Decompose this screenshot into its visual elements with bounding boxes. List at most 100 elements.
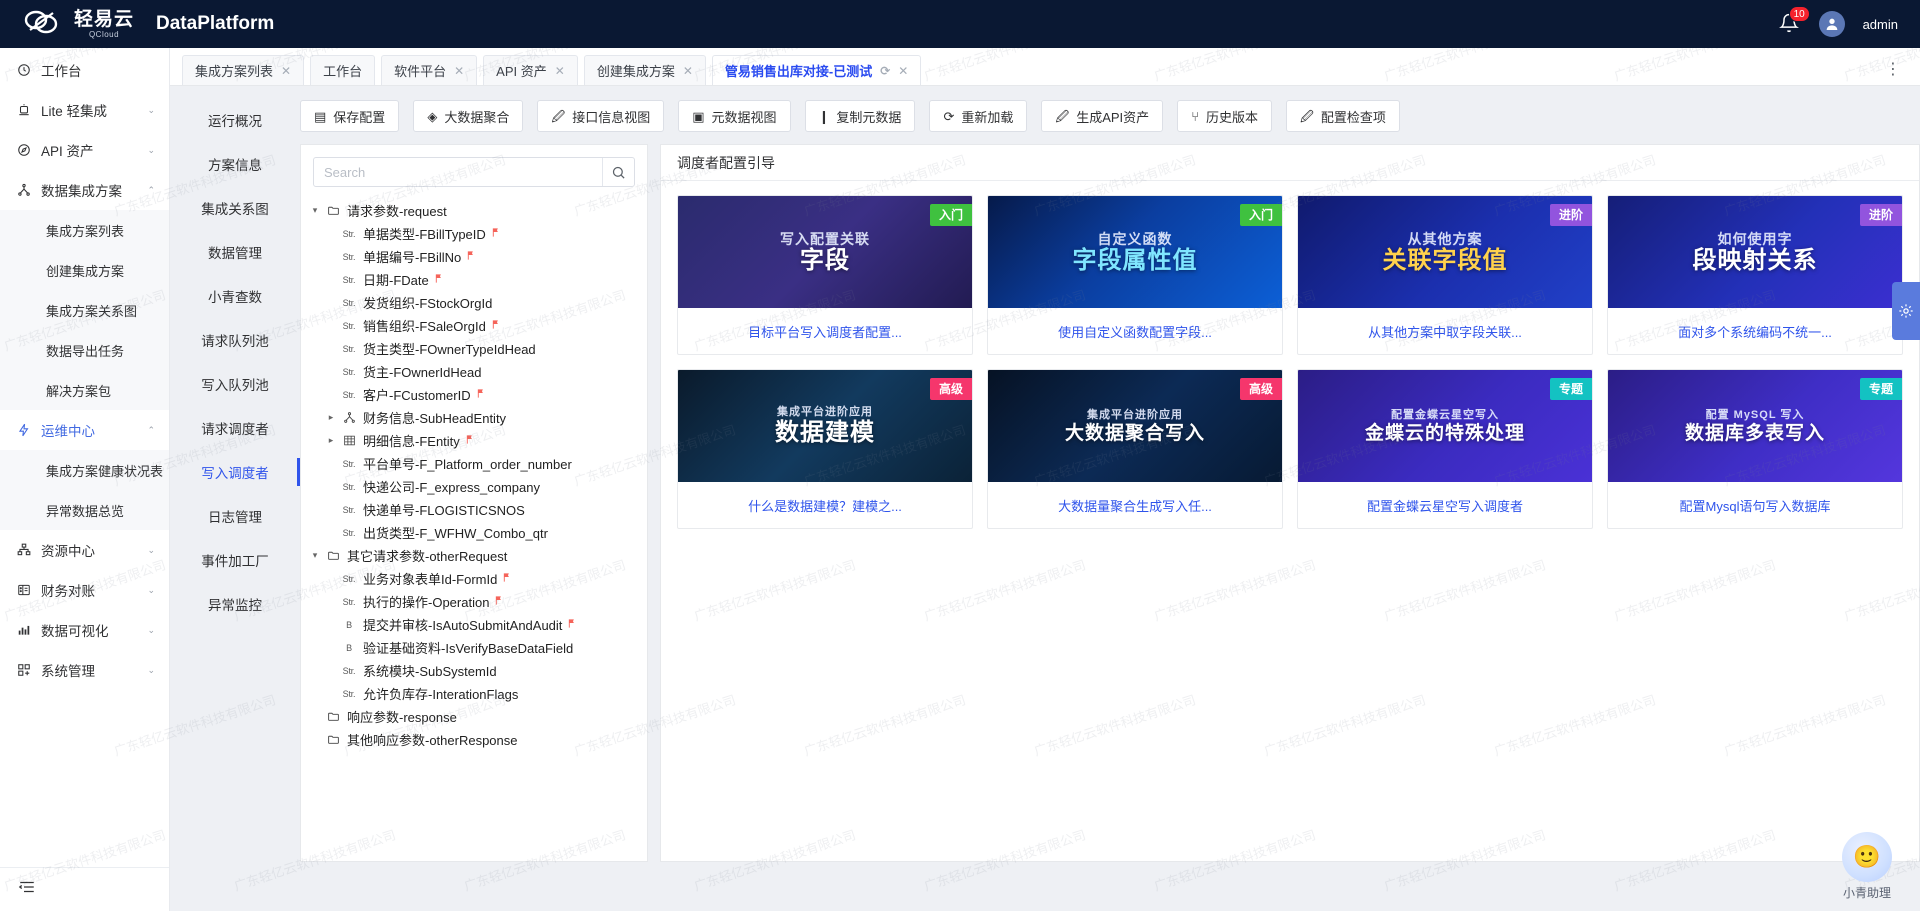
guide-card-title[interactable]: 配置金蝶云星空写入调度者: [1298, 482, 1592, 528]
tree-field-node[interactable]: ▸Str.业务对象表单Id-FormId: [307, 567, 647, 590]
tree-field-node[interactable]: ▸Str.快递单号-FLOGISTICSNOS: [307, 498, 647, 521]
tab-scheme-list[interactable]: 集成方案列表 ✕: [182, 55, 304, 85]
guide-card-title[interactable]: 面对多个系统编码不统一...: [1608, 308, 1902, 354]
guide-card-title[interactable]: 从其他方案中取字段关联...: [1298, 308, 1592, 354]
tree-field-node[interactable]: ▸Str.单据编号-FBillNo: [307, 245, 647, 268]
toolbar-button-save[interactable]: ▤保存配置: [300, 100, 399, 132]
brand[interactable]: 轻易云 QCloud DataPlatform: [0, 7, 274, 41]
sidebar-item-create-scheme[interactable]: 创建集成方案: [0, 250, 169, 290]
sidebar-item-api-assets[interactable]: API 资产 ⌄: [0, 130, 169, 170]
vnav-item-log-manage[interactable]: 日志管理: [170, 494, 300, 538]
search-input[interactable]: [314, 165, 602, 180]
guide-card-title[interactable]: 目标平台写入调度者配置...: [678, 308, 972, 354]
vnav-item-scheme-info[interactable]: 方案信息: [170, 142, 300, 186]
sidebar-item-resource-center[interactable]: 资源中心 ⌄: [0, 530, 169, 570]
guide-card-title[interactable]: 什么是数据建模？建模之...: [678, 482, 972, 528]
chevron-down-icon[interactable]: ▾: [307, 550, 323, 561]
tree-field-node[interactable]: ▸Str.日期-FDate: [307, 268, 647, 291]
tree-field-node[interactable]: ▸Str.客户-FCustomerID: [307, 383, 647, 406]
guide-card[interactable]: 配置 MySQL 写入数据库多表写入专题配置Mysql语句写入数据库: [1607, 369, 1903, 529]
sidebar-item-abnormal-data[interactable]: 异常数据总览: [0, 490, 169, 530]
sidebar-item-scheme-graph[interactable]: 集成方案关系图: [0, 290, 169, 330]
sidebar-item-finance[interactable]: 财务对账 ⌄: [0, 570, 169, 610]
sidebar-item-scheme-list[interactable]: 集成方案列表: [0, 210, 169, 250]
guide-card-title[interactable]: 配置Mysql语句写入数据库: [1608, 482, 1902, 528]
guide-card[interactable]: 如何使用字段映射关系进阶面对多个系统编码不统一...: [1607, 195, 1903, 355]
sidebar-item-export-task[interactable]: 数据导出任务: [0, 330, 169, 370]
assistant-widget[interactable]: 🙂 小青助理: [1832, 832, 1902, 901]
toolbar-button-branch[interactable]: ⑂历史版本: [1177, 100, 1272, 132]
search-box[interactable]: [313, 157, 635, 187]
tree-field-node[interactable]: ▸Str.销售组织-FSaleOrgId: [307, 314, 647, 337]
sidebar-item-health-table[interactable]: 集成方案健康状况表: [0, 450, 169, 490]
more-vertical-icon[interactable]: ⋮: [1885, 59, 1920, 85]
tree-group-node[interactable]: ▾其它请求参数-otherRequest: [307, 544, 647, 567]
tree-group-node[interactable]: ▸其他响应参数-otherResponse: [307, 728, 647, 751]
tree-group-node[interactable]: ▸明细信息-FEntity: [307, 429, 647, 452]
chevron-down-icon[interactable]: ▾: [307, 205, 323, 216]
guide-card[interactable]: 自定义函数字段属性值入门使用自定义函数配置字段...: [987, 195, 1283, 355]
avatar[interactable]: [1819, 11, 1845, 37]
toolbar-button-reload[interactable]: ⟳重新加载: [929, 100, 1027, 132]
tree-field-node[interactable]: ▸Str.货主-FOwnerIdHead: [307, 360, 647, 383]
tree-field-node[interactable]: ▸B提交并审核-IsAutoSubmitAndAudit: [307, 613, 647, 636]
tab-active-scheme[interactable]: 管易销售出库对接-已测试 ⟳ ✕: [712, 55, 921, 85]
close-icon[interactable]: ✕: [898, 64, 908, 78]
tree-group-node[interactable]: ▸财务信息-SubHeadEntity: [307, 406, 647, 429]
tree-group-node[interactable]: ▸响应参数-response: [307, 705, 647, 728]
sidebar-item-data-integration[interactable]: 数据集成方案 ⌃: [0, 170, 169, 210]
toolbar-button-copy[interactable]: ❙复制元数据: [805, 100, 916, 132]
tree-group-node[interactable]: ▾请求参数-request: [307, 199, 647, 222]
sidebar-item-visualization[interactable]: 数据可视化 ⌄: [0, 610, 169, 650]
vnav-item-exception-monitor[interactable]: 异常监控: [170, 582, 300, 626]
vnav-item-relation-graph[interactable]: 集成关系图: [170, 186, 300, 230]
toolbar-button-check-config[interactable]: 🖉配置检查项: [1286, 100, 1400, 132]
sidebar-item-lite[interactable]: Lite 轻集成 ⌄: [0, 90, 169, 130]
tree-field-node[interactable]: ▸Str.允许负库存-InterationFlags: [307, 682, 647, 705]
guide-card[interactable]: 配置金蝶云星空写入金蝶云的特殊处理专题配置金蝶云星空写入调度者: [1297, 369, 1593, 529]
vnav-item-event-factory[interactable]: 事件加工厂: [170, 538, 300, 582]
tab-create-scheme[interactable]: 创建集成方案 ✕: [584, 55, 706, 85]
tree-field-node[interactable]: ▸Str.快递公司-F_express_company: [307, 475, 647, 498]
tree-field-node[interactable]: ▸Str.发货组织-FStockOrgId: [307, 291, 647, 314]
sidebar-item-ops-center[interactable]: 运维中心 ⌃: [0, 410, 169, 450]
collapse-menu-icon[interactable]: [18, 878, 36, 901]
tab-api-assets[interactable]: API 资产 ✕: [483, 55, 578, 85]
guide-card[interactable]: 从其他方案关联字段值进阶从其他方案中取字段关联...: [1297, 195, 1593, 355]
user-name[interactable]: admin: [1863, 17, 1898, 32]
toolbar-button-api[interactable]: 🖉生成API资产: [1041, 100, 1163, 132]
close-icon[interactable]: ✕: [281, 64, 291, 78]
vnav-item-write-scheduler[interactable]: 写入调度者: [170, 450, 300, 494]
tree-field-node[interactable]: ▸B验证基础资料-IsVerifyBaseDataField: [307, 636, 647, 659]
chevron-right-icon[interactable]: ▸: [323, 412, 339, 423]
bell-icon[interactable]: 10: [1779, 13, 1801, 35]
sidebar-item-solution-pack[interactable]: 解决方案包: [0, 370, 169, 410]
sidebar-item-workbench[interactable]: 工作台: [0, 50, 169, 90]
vnav-item-query[interactable]: 小青查数: [170, 274, 300, 318]
toolbar-button-link[interactable]: 🖉接口信息视图: [537, 100, 664, 132]
tree-field-node[interactable]: ▸Str.货主类型-FOwnerTypeIdHead: [307, 337, 647, 360]
close-icon[interactable]: ✕: [683, 64, 693, 78]
close-icon[interactable]: ✕: [454, 64, 464, 78]
tree-field-node[interactable]: ▸Str.执行的操作-Operation: [307, 590, 647, 613]
tree-field-node[interactable]: ▸Str.出货类型-F_WFHW_Combo_qtr: [307, 521, 647, 544]
sidebar-item-system[interactable]: 系统管理 ⌄: [0, 650, 169, 690]
chevron-right-icon[interactable]: ▸: [323, 435, 339, 446]
vnav-item-overview[interactable]: 运行概况: [170, 98, 300, 142]
vnav-item-data-manage[interactable]: 数据管理: [170, 230, 300, 274]
tree-field-node[interactable]: ▸Str.系统模块-SubSystemId: [307, 659, 647, 682]
refresh-icon[interactable]: ⟳: [880, 64, 890, 78]
tree-field-node[interactable]: ▸Str.平台单号-F_Platform_order_number: [307, 452, 647, 475]
close-icon[interactable]: ✕: [555, 64, 565, 78]
tab-software-platform[interactable]: 软件平台 ✕: [381, 55, 477, 85]
vnav-item-request-scheduler[interactable]: 请求调度者: [170, 406, 300, 450]
guide-card[interactable]: 集成平台进阶应用数据建模高级什么是数据建模？建模之...: [677, 369, 973, 529]
toolbar-button-terminal[interactable]: ▣元数据视图: [678, 100, 790, 132]
toolbar-button-aggregate[interactable]: ◈大数据聚合: [413, 100, 523, 132]
search-icon[interactable]: [602, 158, 634, 186]
guide-card[interactable]: 集成平台进阶应用大数据聚合写入高级大数据量聚合生成写入任...: [987, 369, 1283, 529]
guide-card[interactable]: 写入配置关联字段入门目标平台写入调度者配置...: [677, 195, 973, 355]
vnav-item-request-queue[interactable]: 请求队列池: [170, 318, 300, 362]
tab-workbench[interactable]: 工作台: [310, 55, 375, 85]
vnav-item-write-queue[interactable]: 写入队列池: [170, 362, 300, 406]
